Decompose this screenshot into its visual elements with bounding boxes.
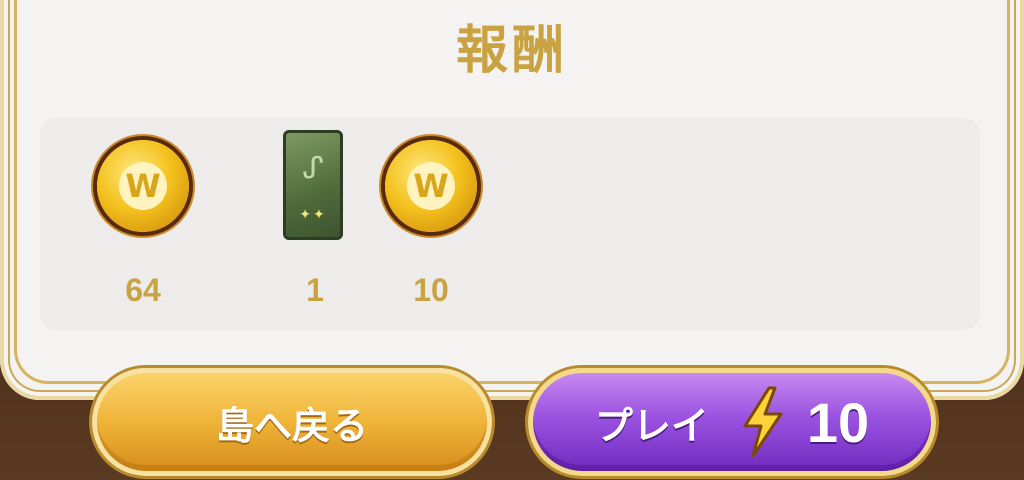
page-title: 報酬 — [455, 21, 568, 81]
reward-count: 64 — [125, 272, 161, 308]
gold-coin-icon: W — [97, 140, 189, 232]
reward-item-card-pack: ᔑ ✦✦ — [258, 130, 368, 240]
reward-count: 1 — [306, 272, 324, 308]
green-card-pack-icon: ᔑ ✦✦ — [283, 130, 343, 240]
lightning-bolt-icon — [743, 386, 783, 458]
back-to-island-button[interactable]: 島へ戻る — [92, 368, 492, 476]
play-button[interactable]: プレイ 10 — [528, 368, 936, 476]
back-button-label: 島へ戻る — [215, 403, 368, 448]
play-cost: 10 — [806, 390, 870, 454]
gold-coin-icon: W — [385, 140, 477, 232]
reward-count: 10 — [413, 272, 449, 308]
play-button-label: プレイ — [594, 403, 709, 448]
reward-item-coins: W — [88, 130, 198, 232]
reward-item-coins: W — [376, 130, 486, 232]
